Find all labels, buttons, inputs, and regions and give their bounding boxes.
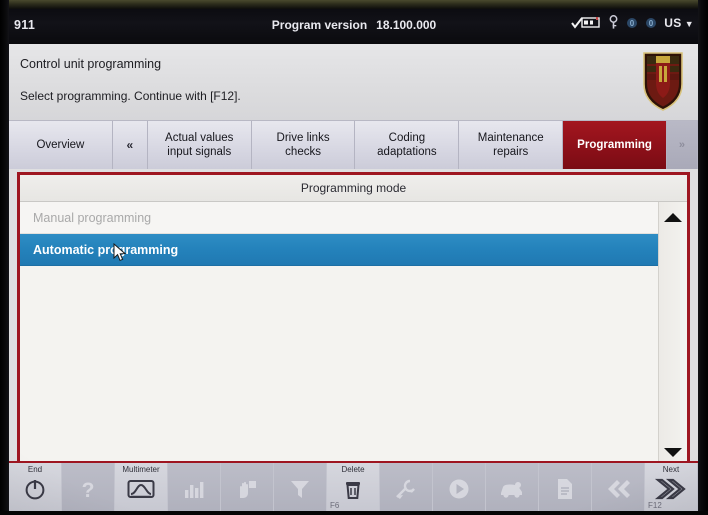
- tab-drive-links[interactable]: Drive links checks: [251, 121, 356, 169]
- vertical-scrollbar[interactable]: [658, 202, 687, 469]
- svg-text:0: 0: [649, 19, 654, 28]
- toolbar-chart[interactable]: [168, 463, 221, 511]
- tab-coding[interactable]: Coding adaptations: [355, 121, 460, 169]
- tab-nav-next[interactable]: »: [666, 121, 698, 169]
- toolbar-delete-label: Delete: [341, 465, 365, 474]
- tab-coding-line2: adaptations: [377, 146, 437, 158]
- toolbar-multimeter[interactable]: Multimeter: [115, 463, 168, 511]
- tab-nav-prev[interactable]: «: [112, 121, 148, 169]
- tab-programming[interactable]: Programming: [563, 121, 667, 169]
- toolbar-play[interactable]: [433, 463, 486, 511]
- tab-programming-line1: Programming: [577, 139, 652, 151]
- toolbar-delete-fkey: F6: [330, 501, 340, 510]
- tab-actual-values[interactable]: Actual values input signals: [147, 121, 252, 169]
- programming-mode-list[interactable]: Manual programming Automatic programming: [20, 202, 659, 469]
- double-left-icon: «: [126, 138, 134, 152]
- breadcrumb: Control unit programming: [20, 57, 162, 71]
- bezel-right: [698, 0, 708, 515]
- list-item-manual-programming[interactable]: Manual programming: [20, 202, 659, 234]
- wrench-icon: [394, 478, 418, 500]
- tab-coding-line1: Coding: [388, 132, 426, 144]
- tab-maintenance[interactable]: Maintenance repairs: [459, 121, 564, 169]
- bezel-top-glow: [0, 0, 708, 9]
- page-header: Control unit programming Select programm…: [9, 44, 698, 120]
- status-icon-group: 0 0 US ▼: [571, 15, 694, 30]
- hand-icon: [235, 478, 259, 500]
- function-toolbar[interactable]: End ? Multimeter Delete F6 Next F12: [9, 461, 698, 511]
- triangle-down-icon: [664, 447, 682, 457]
- tab-maintenance-line1: Maintenance: [477, 132, 544, 144]
- tab-maintenance-line2: repairs: [493, 146, 529, 158]
- toolbar-tools[interactable]: [380, 463, 433, 511]
- list-item-manual-programming-label: Manual programming: [33, 211, 152, 225]
- tab-actual-values-line2: input signals: [167, 146, 232, 158]
- application-screen: Control unit programming Select programm…: [9, 44, 698, 511]
- programming-mode-panel: Programming mode Manual programming Auto…: [17, 172, 690, 472]
- toolbar-end[interactable]: End: [9, 463, 62, 511]
- document-icon: [555, 477, 575, 501]
- region-selector[interactable]: US ▼: [664, 16, 694, 30]
- toolbar-back[interactable]: [592, 463, 645, 511]
- toolbar-document[interactable]: [539, 463, 592, 511]
- toolbar-next-fkey: F12: [648, 501, 662, 510]
- svg-text:0: 0: [630, 19, 635, 28]
- toolbar-multimeter-label: Multimeter: [122, 465, 160, 474]
- circle-zero-icon-2[interactable]: 0: [645, 17, 657, 29]
- toolbar-next[interactable]: Next F12: [645, 463, 698, 511]
- toolbar-delete[interactable]: Delete F6: [327, 463, 380, 511]
- list-item-automatic-programming[interactable]: Automatic programming: [20, 234, 659, 266]
- device-photo: 911 Program version 18.100.000 0 0 US ▼ …: [0, 0, 708, 515]
- tab-bar[interactable]: Overview « Actual values input signals D…: [9, 120, 698, 169]
- multimeter-icon: [127, 478, 155, 500]
- question-icon: ?: [76, 477, 100, 501]
- triangle-up-icon: [664, 212, 682, 222]
- program-version-value: 18.100.000: [376, 18, 437, 32]
- porsche-crest-logo: [640, 50, 686, 112]
- toolbar-vehicle[interactable]: [486, 463, 539, 511]
- instruction-text: Select programming. Continue with [F12].: [20, 89, 241, 103]
- tab-drive-links-line1: Drive links: [276, 132, 330, 144]
- panel-title: Programming mode: [20, 175, 687, 202]
- toolbar-filter[interactable]: [274, 463, 327, 511]
- car-icon: [499, 478, 525, 500]
- trash-icon: [342, 477, 364, 501]
- program-version-label: Program version: [271, 18, 368, 32]
- tab-actual-values-line1: Actual values: [165, 132, 234, 144]
- battery-check-icon[interactable]: [571, 15, 601, 30]
- double-right-icon: »: [678, 139, 686, 151]
- play-icon: [447, 477, 471, 501]
- tab-drive-links-line2: checks: [285, 146, 321, 158]
- toolbar-measure[interactable]: [221, 463, 274, 511]
- key-icon[interactable]: [608, 15, 619, 30]
- chevron-down-icon: ▼: [684, 18, 694, 29]
- funnel-icon: [288, 478, 312, 500]
- double-left-icon: [603, 478, 633, 500]
- region-label: US: [664, 15, 682, 30]
- list-item-automatic-programming-label: Automatic programming: [33, 243, 179, 257]
- status-bar: 911 Program version 18.100.000 0 0 US ▼: [0, 9, 708, 44]
- tab-overview[interactable]: Overview: [9, 121, 113, 169]
- tab-overview-line1: Overview: [36, 139, 85, 151]
- circle-zero-icon-1[interactable]: 0: [626, 17, 638, 29]
- svg-text:?: ?: [82, 479, 95, 501]
- double-right-icon: [654, 477, 688, 501]
- toolbar-next-label: Next: [662, 465, 680, 474]
- bezel-left: [0, 0, 9, 515]
- bar-chart-icon: [182, 478, 206, 500]
- toolbar-end-label: End: [27, 465, 43, 474]
- scroll-up-button[interactable]: [659, 202, 687, 232]
- bezel-bottom: [0, 511, 708, 515]
- power-icon: [23, 477, 47, 501]
- toolbar-help[interactable]: ?: [62, 463, 115, 511]
